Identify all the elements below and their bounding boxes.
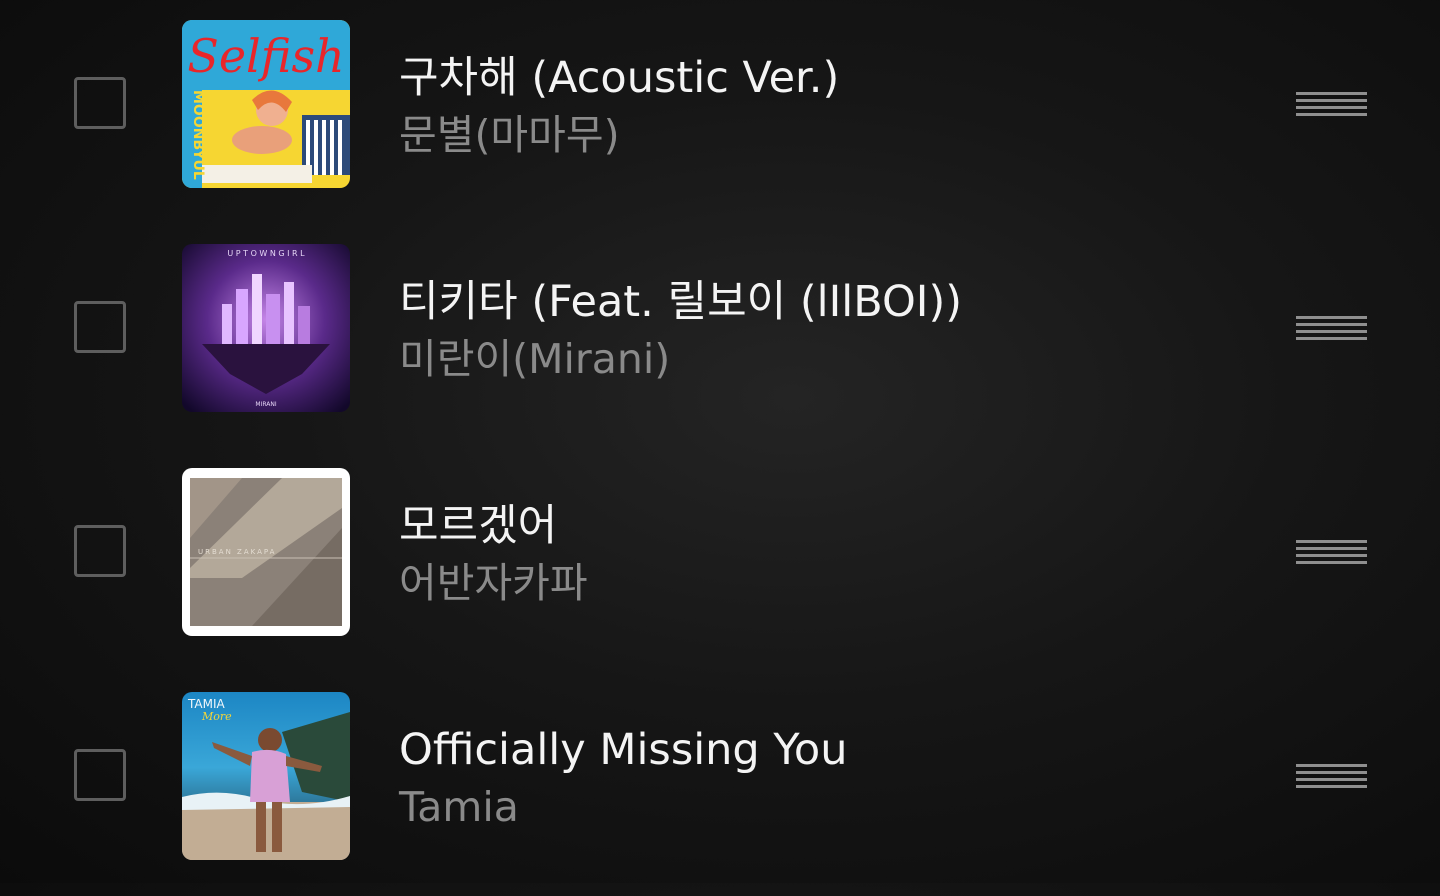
drag-handle-icon[interactable] [1296, 764, 1367, 788]
album-art-image: TAMIA More [182, 692, 350, 860]
track-checkbox[interactable] [74, 77, 126, 129]
album-art-subtext: MOONBYUL [190, 90, 206, 180]
track-artist: Tamia [399, 783, 519, 831]
album-art: TAMIA More [182, 692, 350, 860]
album-art-image: U P T O W N G I R L MIRANI [182, 244, 350, 412]
album-art-text: U P T O W N G I R L [227, 249, 305, 258]
album-art-subtext: More [201, 710, 232, 723]
track-row[interactable]: Selfish MOONBYUL 구차해 (Acoustic Ver.) 문별(… [0, 0, 1440, 224]
album-art-subtext: MIRANI [255, 401, 276, 408]
album-art-text: TAMIA [187, 697, 226, 711]
drag-handle-icon[interactable] [1296, 540, 1367, 564]
track-checkbox[interactable] [74, 749, 126, 801]
album-art-image: Selfish MOONBYUL [182, 20, 350, 188]
album-art-image: URBAN ZAKAPA [182, 468, 350, 636]
track-title: 티키타 (Feat. 릴보이 (lIlBOI)) [399, 277, 963, 327]
track-list: Selfish MOONBYUL 구차해 (Acoustic Ver.) 문별(… [0, 0, 1440, 883]
track-title: 모르겠어 [399, 501, 558, 551]
drag-handle-icon[interactable] [1296, 92, 1367, 116]
album-art: U P T O W N G I R L MIRANI [182, 244, 350, 412]
track-row[interactable]: URBAN ZAKAPA 모르겠어 어반자카파 [0, 448, 1440, 672]
track-title: 구차해 (Acoustic Ver.) [399, 53, 840, 103]
track-artist: 문별(마마무) [399, 111, 620, 159]
track-checkbox[interactable] [74, 525, 126, 577]
track-row[interactable]: U P T O W N G I R L MIRANI 티키타 (Feat. 릴보… [0, 224, 1440, 448]
track-checkbox[interactable] [74, 301, 126, 353]
track-row[interactable]: TAMIA More Officially Missing You Tamia [0, 672, 1440, 896]
album-art: URBAN ZAKAPA [182, 468, 350, 636]
track-artist: 어반자카파 [399, 559, 588, 607]
album-art: Selfish MOONBYUL [182, 20, 350, 188]
drag-handle-icon[interactable] [1296, 316, 1367, 340]
track-artist: 미란이(Mirani) [399, 335, 671, 383]
album-art-text: Selfish [187, 29, 344, 83]
track-title: Officially Missing You [399, 725, 848, 775]
album-art-text: URBAN ZAKAPA [198, 548, 276, 556]
